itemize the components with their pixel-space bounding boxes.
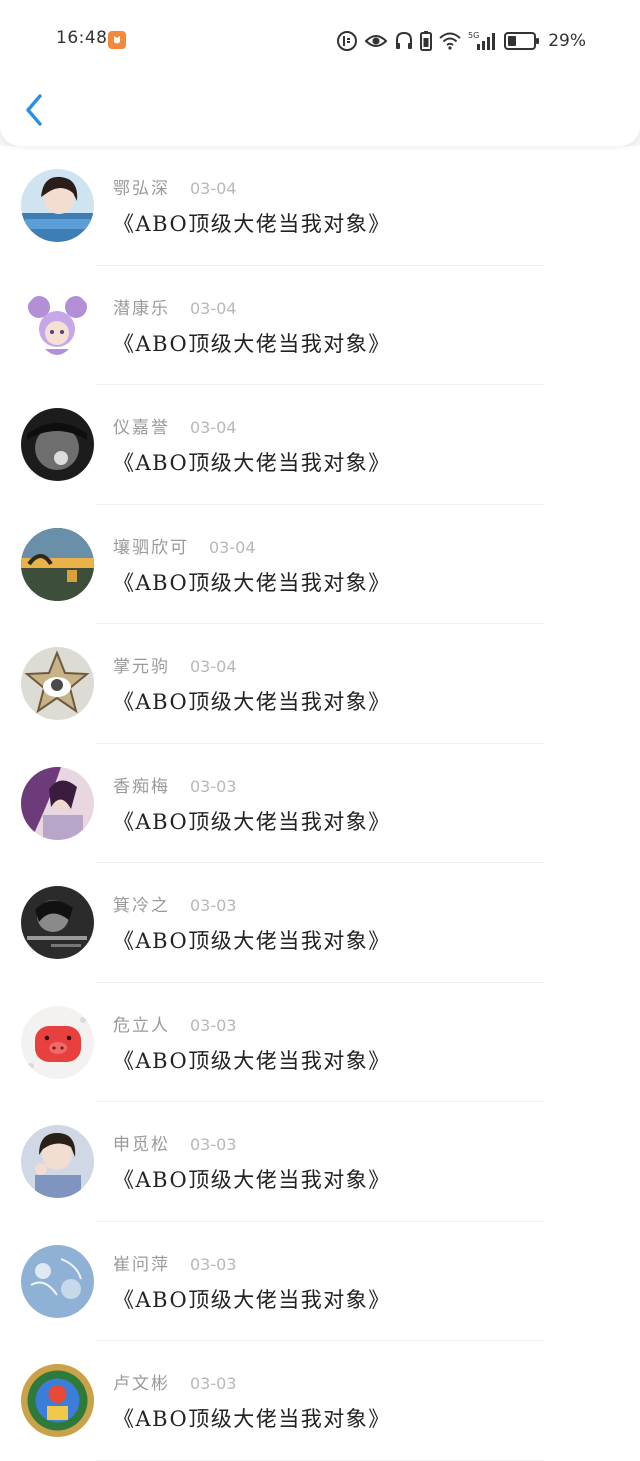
item-meta: 潜康乐 03-04	[113, 294, 237, 319]
list-item[interactable]: 鄂弘深 03-04 《ABO顶级大佬当我对象》	[0, 146, 640, 266]
comment-list: 鄂弘深 03-04 《ABO顶级大佬当我对象》 潜康乐 03-04 《ABO顶级大佬当我对…	[0, 146, 640, 1461]
item-meta: 壤驷欣可 03-04	[113, 533, 256, 558]
username[interactable]: 卢文彬	[113, 1369, 170, 1394]
item-date: 03-03	[190, 1135, 237, 1154]
item-date: 03-03	[190, 1254, 237, 1274]
battery-saver-icon	[420, 31, 433, 51]
item-date: 03-04	[190, 179, 237, 198]
headphones-icon	[396, 31, 413, 49]
list-item[interactable]: 危立人 03-03 《ABO顶级大佬当我对象》	[0, 983, 640, 1102]
status-time: 16:48	[56, 28, 108, 48]
username[interactable]: 危立人	[113, 1011, 170, 1036]
avatar[interactable]	[21, 408, 94, 481]
item-meta: 香痴梅 03-03	[113, 772, 237, 797]
username[interactable]: 壤驷欣可	[113, 533, 189, 558]
back-button[interactable]	[18, 90, 50, 130]
book-title[interactable]: 《ABO顶级大佬当我对象》	[113, 208, 391, 238]
item-meta: 鄂弘深 03-04	[113, 174, 237, 199]
username[interactable]: 仪嘉誉	[113, 413, 170, 438]
item-date: 03-03	[190, 1374, 237, 1393]
avatar[interactable]	[21, 1364, 94, 1437]
list-item[interactable]: 卢文彬 03-03 《ABO顶级大佬当我对象》	[0, 1341, 640, 1461]
item-date: 03-04	[190, 298, 237, 318]
avatar[interactable]	[21, 766, 94, 840]
eye-icon	[364, 35, 388, 47]
item-meta: 崔问萍 03-03	[113, 1250, 237, 1275]
item-meta: 危立人 03-03	[113, 1011, 237, 1036]
divider	[96, 1459, 544, 1461]
avatar[interactable]	[21, 169, 94, 242]
avatar[interactable]	[21, 1005, 94, 1079]
username[interactable]: 鄂弘深	[113, 174, 170, 199]
book-title[interactable]: 《ABO顶级大佬当我对象》	[113, 1045, 391, 1075]
username[interactable]: 申觅松	[113, 1130, 170, 1155]
item-meta: 箕冷之 03-03	[113, 891, 237, 916]
list-item[interactable]: 箕冷之 03-03 《ABO顶级大佬当我对象》	[0, 863, 640, 983]
book-title[interactable]: 《ABO顶级大佬当我对象》	[113, 686, 391, 716]
book-title[interactable]: 《ABO顶级大佬当我对象》	[113, 1284, 391, 1314]
book-title[interactable]: 《ABO顶级大佬当我对象》	[113, 328, 391, 358]
book-title[interactable]: 《ABO顶级大佬当我对象》	[113, 1164, 391, 1194]
data-saver-icon	[337, 31, 358, 51]
item-meta: 掌元驹 03-04	[113, 652, 237, 677]
item-date: 03-04	[190, 418, 237, 437]
item-date: 03-04	[209, 537, 256, 557]
username[interactable]: 潜康乐	[113, 294, 170, 319]
app-notification-icon	[108, 31, 126, 49]
book-title[interactable]: 《ABO顶级大佬当我对象》	[113, 925, 391, 955]
avatar[interactable]	[21, 1244, 94, 1318]
battery-icon	[504, 32, 540, 50]
book-title[interactable]: 《ABO顶级大佬当我对象》	[113, 806, 391, 836]
avatar[interactable]	[21, 1125, 94, 1198]
battery-percentage: 29%	[548, 31, 586, 51]
item-date: 03-04	[190, 657, 237, 676]
list-item[interactable]: 掌元驹 03-04 《ABO顶级大佬当我对象》	[0, 624, 640, 744]
avatar[interactable]	[21, 886, 94, 959]
chevron-left-icon	[26, 94, 42, 126]
status-bar: 16:48 5G 29%	[0, 24, 640, 58]
book-title[interactable]: 《ABO顶级大佬当我对象》	[113, 567, 391, 597]
book-title[interactable]: 《ABO顶级大佬当我对象》	[113, 447, 391, 477]
avatar[interactable]	[21, 527, 94, 601]
item-date: 03-03	[190, 896, 237, 915]
status-icons: 5G 29%	[336, 28, 586, 54]
username[interactable]: 箕冷之	[113, 891, 170, 916]
item-date: 03-03	[190, 776, 237, 796]
list-item[interactable]: 申觅松 03-03 《ABO顶级大佬当我对象》	[0, 1102, 640, 1222]
signal-5g-icon: 5G	[468, 31, 496, 50]
username[interactable]: 香痴梅	[113, 772, 170, 797]
avatar[interactable]	[21, 647, 94, 720]
list-item[interactable]: 仪嘉誉 03-04 《ABO顶级大佬当我对象》	[0, 385, 640, 505]
item-meta: 申觅松 03-03	[113, 1130, 237, 1155]
item-meta: 仪嘉誉 03-04	[113, 413, 237, 438]
username[interactable]: 崔问萍	[113, 1250, 170, 1275]
top-header: 16:48 5G 29%	[0, 0, 640, 146]
list-item[interactable]: 潜康乐 03-04 《ABO顶级大佬当我对象》	[0, 266, 640, 385]
wifi-icon	[439, 32, 461, 50]
list-item[interactable]: 香痴梅 03-03 《ABO顶级大佬当我对象》	[0, 744, 640, 863]
list-item[interactable]: 壤驷欣可 03-04 《ABO顶级大佬当我对象》	[0, 505, 640, 624]
item-date: 03-03	[190, 1015, 237, 1035]
avatar[interactable]	[21, 288, 94, 362]
username[interactable]: 掌元驹	[113, 652, 170, 677]
item-meta: 卢文彬 03-03	[113, 1369, 237, 1394]
list-item[interactable]: 崔问萍 03-03 《ABO顶级大佬当我对象》	[0, 1222, 640, 1341]
svg-text:5G: 5G	[468, 31, 479, 40]
